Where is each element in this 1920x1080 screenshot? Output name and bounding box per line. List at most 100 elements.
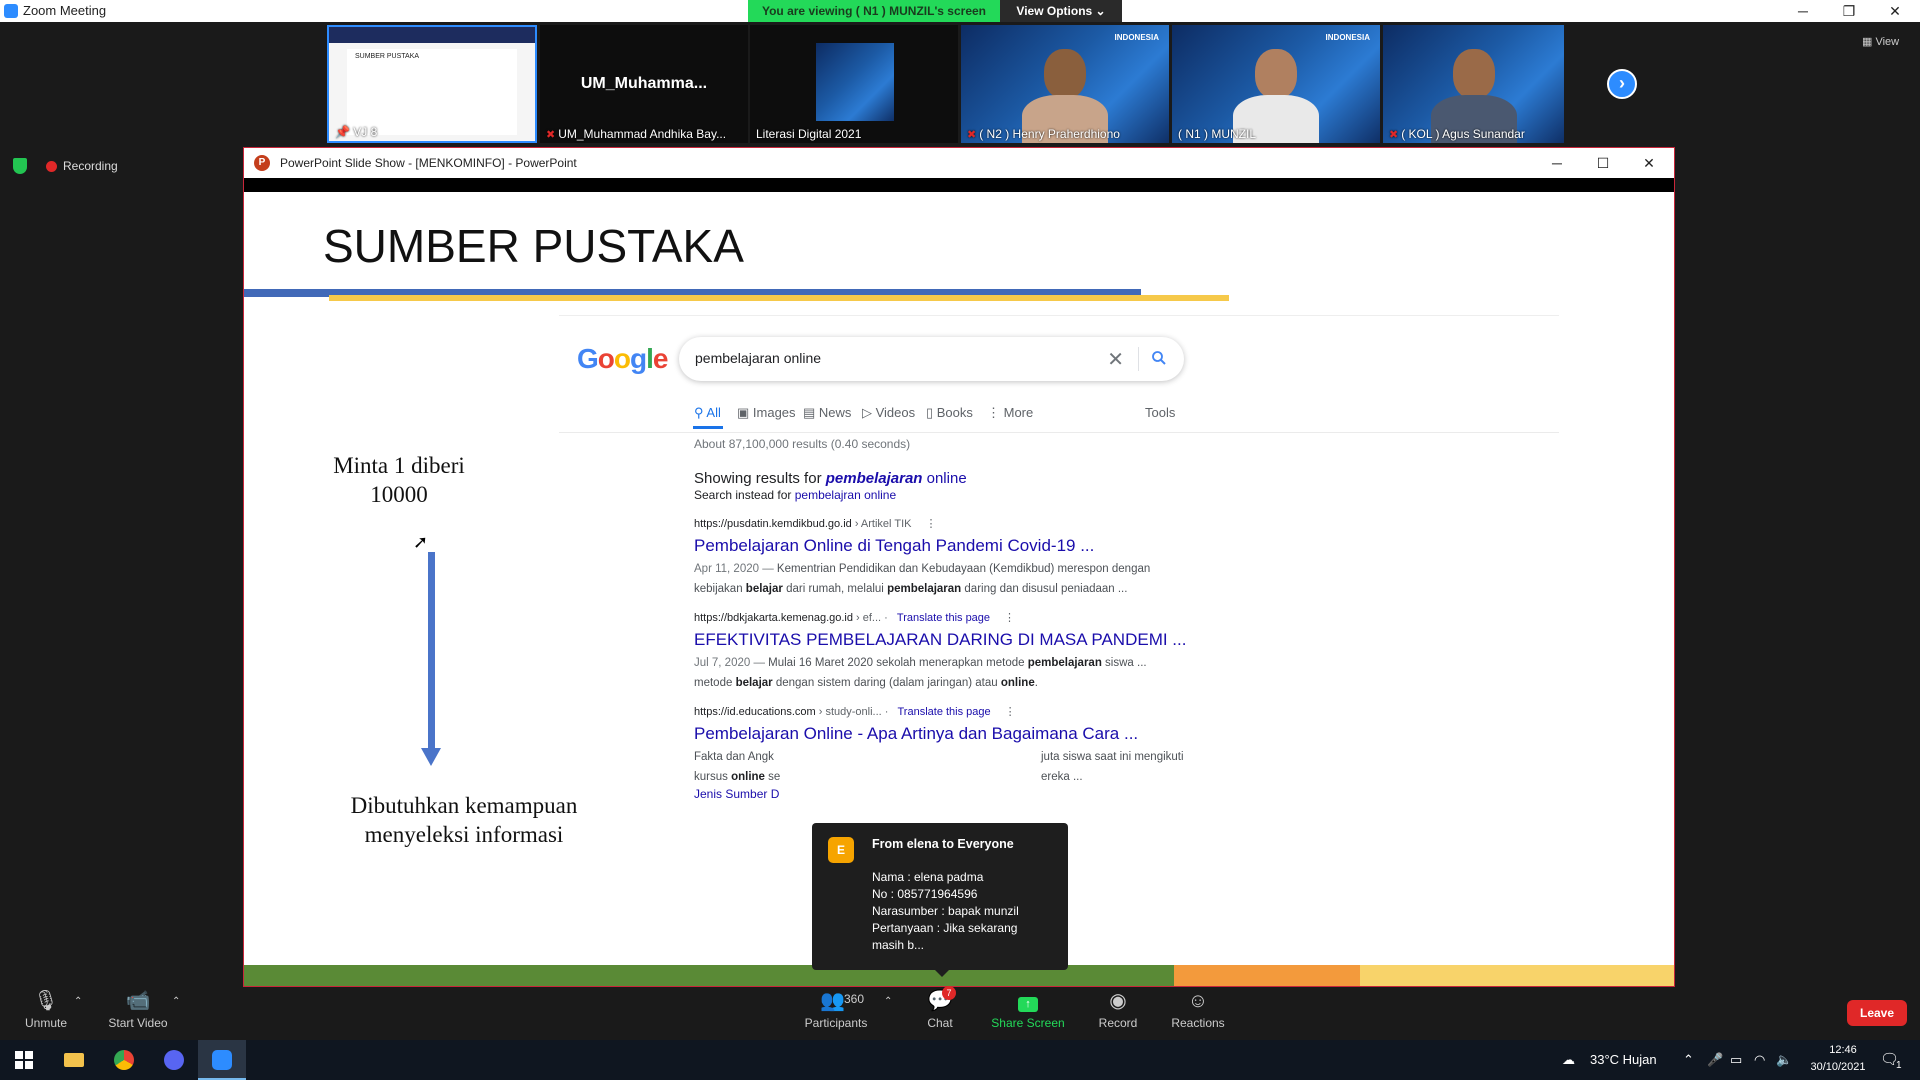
chat-button[interactable]: 💬 7 Chat <box>920 986 960 1040</box>
ppt-minimize-button[interactable]: ─ <box>1534 148 1580 178</box>
search-query: pembelajaran online <box>695 350 822 366</box>
reactions-button[interactable]: ☺ Reactions <box>1168 988 1228 1040</box>
tab-all[interactable]: ⚲ All <box>694 405 721 421</box>
weather-text[interactable]: 33°C Hujan <box>1590 1052 1657 1067</box>
video-tile[interactable]: INDONESIA ( N1 ) MUNZIL <box>1172 25 1380 143</box>
search-instead-link[interactable]: pembelajran online <box>795 488 896 502</box>
search-result: https://id.educations.com › study-onli..… <box>694 705 1234 801</box>
more-options-icon[interactable]: ⋮ <box>925 518 936 530</box>
file-explorer-icon[interactable] <box>50 1040 98 1080</box>
share-screen-icon: ↑ <box>990 988 1066 1014</box>
tile-name: 📌 VJ 8 <box>335 125 378 139</box>
search-icon[interactable] <box>1150 349 1168 367</box>
wifi-icon[interactable]: ◠ <box>1754 1052 1765 1068</box>
tab-more[interactable]: ⋮ More <box>987 405 1033 421</box>
battery-icon[interactable]: ▭ <box>1730 1052 1742 1068</box>
mic-muted-icon: ✖ <box>1389 129 1399 141</box>
chrome-icon[interactable] <box>100 1040 148 1080</box>
discord-icon[interactable] <box>150 1040 198 1080</box>
next-page-button[interactable]: › <box>1607 69 1637 99</box>
view-options-button[interactable]: View Options ⌄ <box>1000 0 1122 22</box>
result-title-link[interactable]: EFEKTIVITAS PEMBELAJARAN DARING DI MASA … <box>694 630 1234 650</box>
result-title-link[interactable]: Pembelajaran Online - Apa Artinya dan Ba… <box>694 724 1234 744</box>
translate-link[interactable]: Translate this page <box>897 612 990 624</box>
leave-button[interactable]: Leave <box>1847 1000 1907 1026</box>
result-stats: About 87,100,000 results (0.40 seconds) <box>694 437 911 451</box>
clear-icon[interactable]: ✕ <box>1107 347 1124 372</box>
grid-icon: ▦ <box>1862 36 1876 48</box>
result-title-link[interactable]: Pembelajaran Online di Tengah Pandemi Co… <box>694 536 1234 556</box>
chat-from: From elena to Everyone <box>872 837 1014 851</box>
windows-taskbar: ☁ 33°C Hujan ⌃ 🎤 ▭ ◠ 🔈 12:46 30/10/2021 … <box>0 1040 1920 1080</box>
restore-button[interactable]: ❐ <box>1826 0 1872 22</box>
mic-muted-icon: ✖ <box>546 129 556 141</box>
unmute-button[interactable]: 🎙 Unmute <box>18 988 74 1040</box>
notification-count: 1 <box>1896 1060 1902 1071</box>
clock-time[interactable]: 12:46 <box>1813 1044 1873 1056</box>
video-icon: ▷ <box>862 405 876 420</box>
start-button[interactable] <box>0 1040 48 1080</box>
participants-options-caret[interactable]: ⌃ <box>884 996 892 1007</box>
popup-tail <box>934 969 950 977</box>
microphone-icon[interactable]: 🎤 <box>1707 1052 1723 1068</box>
more-options-icon[interactable]: ⋮ <box>1004 612 1015 624</box>
start-video-button[interactable]: 📹 Start Video <box>104 988 172 1040</box>
video-options-caret[interactable]: ⌃ <box>172 996 180 1007</box>
windows-icon <box>15 1051 33 1069</box>
mic-muted-icon: ✖ <box>967 129 977 141</box>
volume-icon[interactable]: 🔈 <box>1776 1052 1792 1068</box>
tile-big-name: UM_Muhamma... <box>580 75 708 92</box>
background-label: INDONESIA <box>1325 33 1370 42</box>
ppt-maximize-button[interactable]: ☐ <box>1580 148 1626 178</box>
sitelink[interactable]: Jenis Sumber D <box>694 787 1234 801</box>
chat-badge: 7 <box>942 986 956 1000</box>
tab-videos[interactable]: ▷ Videos <box>862 405 915 421</box>
participants-button[interactable]: 👥 360 Participants <box>800 988 872 1040</box>
translate-link[interactable]: Translate this page <box>898 706 991 718</box>
ppt-titlebar: P PowerPoint Slide Show - [MENKOMINFO] -… <box>244 148 1674 178</box>
zoom-taskbar-icon[interactable] <box>198 1040 246 1080</box>
audio-options-caret[interactable]: ⌃ <box>74 996 82 1007</box>
record-button[interactable]: ◉ Record <box>1094 988 1142 1040</box>
video-tile[interactable]: Literasi Digital 2021 <box>750 25 958 143</box>
minimize-button[interactable]: ─ <box>1780 0 1826 22</box>
clock-date[interactable]: 30/10/2021 <box>1800 1061 1876 1073</box>
tab-images[interactable]: ▣ Images <box>737 405 796 421</box>
down-arrow-shaft <box>428 552 435 752</box>
tab-active-underline <box>693 426 723 429</box>
title-rule-yellow <box>329 295 1229 301</box>
footer-bar-yellow <box>1360 965 1674 986</box>
divider <box>559 315 1559 316</box>
more-vert-icon: ⋮ <box>987 405 1004 420</box>
google-screenshot: Google pembelajaran online ✕ ⚲ All ▣ Ima… <box>559 312 1674 912</box>
tab-books[interactable]: ▯ Books <box>926 405 973 421</box>
video-tile[interactable]: UM_Muhamma... ✖ UM_Muhammad Andhika Bay..… <box>540 25 748 143</box>
mouse-cursor-icon: ➚ <box>413 532 429 552</box>
powerpoint-icon: P <box>254 155 270 171</box>
close-button[interactable]: ✕ <box>1872 0 1918 22</box>
showing-results: Showing results for pembelajaran online <box>694 470 967 487</box>
search-box[interactable]: pembelajaran online ✕ <box>679 337 1184 381</box>
avatar: E <box>828 837 854 863</box>
corrected-keyword[interactable]: pembelajaran <box>826 470 923 487</box>
share-screen-button[interactable]: ↑ Share Screen <box>990 988 1066 1040</box>
viewing-banner: You are viewing ( N1 ) MUNZIL's screen <box>748 0 1000 22</box>
search-instead: Search instead for pembelajran online <box>694 488 897 502</box>
video-tile[interactable]: INDONESIA ✖( N2 ) Henry Praherdhiono <box>961 25 1169 143</box>
divider <box>559 432 1559 433</box>
more-options-icon[interactable]: ⋮ <box>1005 706 1016 718</box>
view-button[interactable]: ▦ View <box>1862 35 1899 48</box>
slide-title: SUMBER PUSTAKA <box>323 220 744 272</box>
recording-label: Recording <box>63 159 118 173</box>
ppt-close-button[interactable]: ✕ <box>1626 148 1672 178</box>
chat-notification[interactable]: E From elena to Everyone Nama : elena pa… <box>812 823 1068 977</box>
chevron-up-icon[interactable]: ⌃ <box>1683 1052 1694 1068</box>
video-tile[interactable]: SUMBER PUSTAKA 📌 VJ 8 <box>327 25 537 143</box>
tab-news[interactable]: ▤ News <box>803 405 851 421</box>
tile-name: Literasi Digital 2021 <box>756 127 862 141</box>
video-tile[interactable]: ✖( KOL ) Agus Sunandar <box>1383 25 1564 143</box>
weather-icon[interactable]: ☁ <box>1562 1052 1575 1068</box>
reactions-icon: ☺ <box>1187 990 1209 1012</box>
tab-tools[interactable]: Tools <box>1145 405 1175 420</box>
zoom-app-icon <box>4 4 18 18</box>
